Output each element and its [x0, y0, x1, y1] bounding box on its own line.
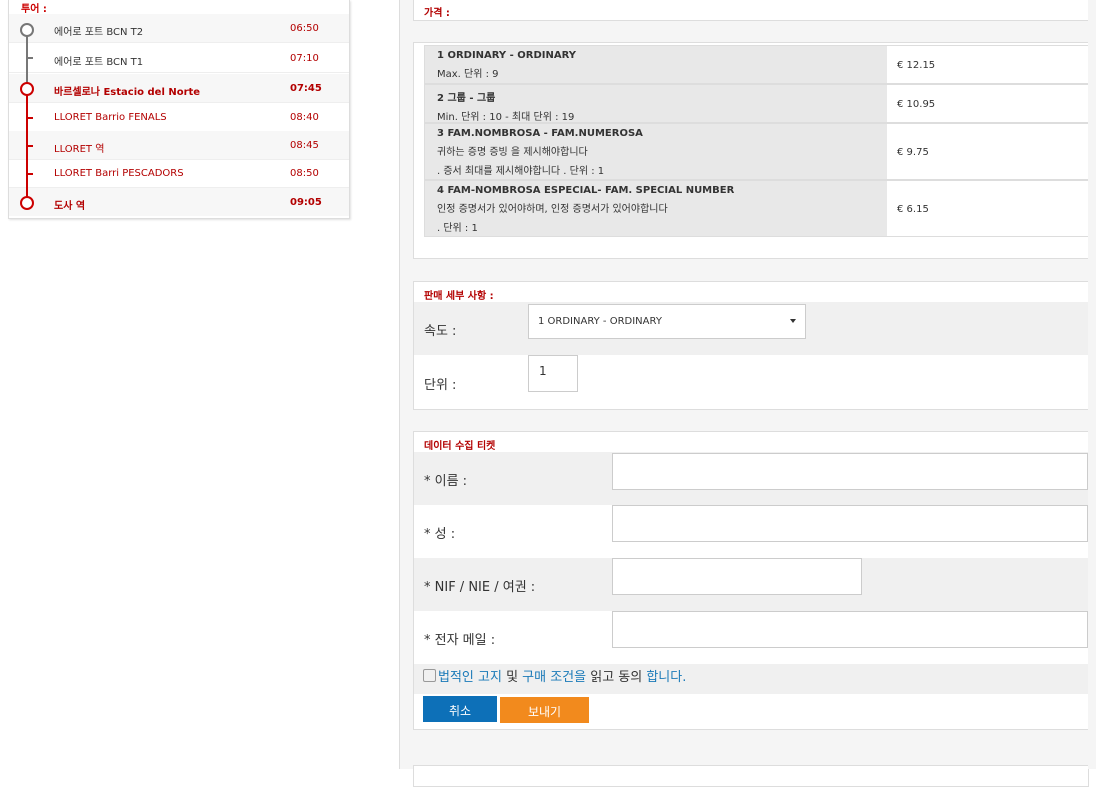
- rate-select-value: 1 ORDINARY - ORDINARY: [538, 316, 662, 327]
- document-label: * NIF / NIE / 여권 :: [424, 580, 536, 595]
- purchase-conditions-link[interactable]: 구매 조건을: [522, 670, 586, 685]
- route-header: 투어 :: [21, 4, 47, 15]
- email-input[interactable]: [612, 611, 1088, 648]
- agree-link[interactable]: 합니다.: [642, 670, 686, 685]
- stop-time: 06:50: [290, 23, 319, 34]
- stop-circle-icon: [20, 82, 34, 96]
- price-row-line: Max. 단위 : 9: [437, 69, 499, 80]
- price-value: € 12.15: [897, 60, 936, 71]
- price-row-line: . 증서 최대를 제시해야합니다 . 단위 : 1: [437, 166, 605, 177]
- rate-label: 속도 :: [424, 324, 457, 339]
- rate-select[interactable]: 1 ORDINARY - ORDINARY: [528, 304, 806, 339]
- sale-details-title: 판매 세부 사항 :: [424, 291, 494, 302]
- next-section-box: [413, 765, 1089, 787]
- terms-row: 법적인 고지 및 구매 조건을 읽고 동의 합니다.: [414, 664, 1088, 694]
- route-stop: 바르셀로나 Estacio del Norte 07:45: [9, 74, 349, 103]
- send-button[interactable]: 보내기: [500, 697, 589, 723]
- price-description: 3 FAM.NOMBROSA - FAM.NUMEROSA 귀하는 증명 증빙 …: [425, 124, 887, 179]
- stop-name: LLORET 역: [54, 144, 105, 155]
- stop-time: 07:10: [290, 53, 319, 64]
- main-column: 가격 : 1 ORDINARY - ORDINARY Max. 단위 : 9 €…: [399, 0, 1096, 787]
- rate-row: 속도 : 1 ORDINARY - ORDINARY: [414, 302, 1088, 355]
- stop-tick-icon: [27, 145, 33, 147]
- email-row: * 전자 메일 :: [414, 611, 1088, 664]
- price-row-line: 귀하는 증명 증빙 을 제시해야합니다: [437, 147, 588, 158]
- terms-and: 및: [501, 670, 523, 685]
- stop-tick-icon: [27, 173, 33, 175]
- units-row: 단위 : 1: [414, 355, 1088, 408]
- chevron-down-icon: [790, 319, 796, 323]
- route-stop: 도사 역 09:05: [9, 188, 349, 216]
- name-row: * 이름 :: [414, 452, 1088, 505]
- price-row-line: . 단위 : 1: [437, 223, 478, 234]
- stop-tick-icon: [27, 57, 33, 59]
- price-row-title: 3 FAM.NOMBROSA - FAM.NUMEROSA: [437, 128, 643, 139]
- route-stop: 에어로 포트 BCN T2 06:50: [9, 14, 349, 43]
- terms-text: 법적인 고지 및 구매 조건을 읽고 동의 합니다.: [423, 666, 686, 685]
- terms-checkbox[interactable]: [423, 669, 436, 682]
- price-description: 2 그룹 - 그룹 Min. 단위 : 10 - 최대 단위 : 19: [425, 85, 887, 123]
- document-input[interactable]: [612, 558, 862, 595]
- stop-time: 08:45: [290, 140, 319, 151]
- route-stop: LLORET Barri PESCADORS 08:50: [9, 159, 349, 188]
- stop-name: 에어로 포트 BCN T2: [54, 27, 144, 38]
- units-label: 단위 :: [424, 378, 457, 393]
- stop-name: LLORET Barri PESCADORS: [54, 168, 184, 179]
- price-title-box: 가격 :: [413, 0, 1089, 21]
- stop-time: 08:50: [290, 168, 319, 179]
- stop-name: 도사 역: [54, 201, 86, 212]
- price-row-title: 2 그룹 - 그룹: [437, 93, 496, 104]
- name-input[interactable]: [612, 453, 1088, 490]
- route-stop: LLORET 역 08:45: [9, 131, 349, 160]
- sale-details-box: 판매 세부 사항 : 속도 : 1 ORDINARY - ORDINARY 단위…: [413, 281, 1089, 410]
- email-label: * 전자 메일 :: [424, 633, 496, 648]
- document-row: * NIF / NIE / 여권 :: [414, 558, 1088, 611]
- legal-notice-link[interactable]: 법적인 고지: [438, 670, 502, 685]
- price-row-title: 4 FAM-NOMBROSA ESPECIAL- FAM. SPECIAL NU…: [437, 185, 735, 196]
- price-description: 1 ORDINARY - ORDINARY Max. 단위 : 9: [425, 46, 887, 83]
- route-stop: LLORET Barrio FENALS 08:40: [9, 103, 349, 132]
- stop-tick-icon: [27, 117, 33, 119]
- price-row: 2 그룹 - 그룹 Min. 단위 : 10 - 최대 단위 : 19 € 10…: [424, 84, 1096, 123]
- price-row: 1 ORDINARY - ORDINARY Max. 단위 : 9 € 12.1…: [424, 45, 1096, 84]
- price-row: 4 FAM-NOMBROSA ESPECIAL- FAM. SPECIAL NU…: [424, 180, 1096, 237]
- page-scrollbar[interactable]: [1088, 0, 1096, 769]
- route-stop: 에어로 포트 BCN T1 07:10: [9, 44, 349, 73]
- surname-input[interactable]: [612, 505, 1088, 542]
- price-value: € 6.15: [897, 204, 929, 215]
- price-title: 가격 :: [424, 8, 450, 19]
- surname-label: * 성 :: [424, 527, 456, 542]
- stop-time: 07:45: [290, 83, 322, 94]
- stop-name: LLORET Barrio FENALS: [54, 112, 167, 123]
- stop-circle-icon: [20, 196, 34, 210]
- price-value: € 9.75: [897, 147, 929, 158]
- price-table: 1 ORDINARY - ORDINARY Max. 단위 : 9 € 12.1…: [413, 42, 1096, 259]
- data-collection-title: 데이터 수집 티켓: [424, 441, 496, 452]
- stop-circle-icon: [20, 23, 34, 37]
- stop-time: 08:40: [290, 112, 319, 123]
- price-value: € 10.95: [897, 99, 936, 110]
- cancel-button[interactable]: 취소: [423, 696, 497, 722]
- route-panel: 투어 : 에어로 포트 BCN T2 06:50 에어로 포트 BCN T1 0…: [8, 0, 350, 219]
- units-input[interactable]: 1: [528, 355, 578, 392]
- price-row-line: 인정 증명서가 있어야하며, 인정 증명서가 있어야합니다: [437, 204, 668, 215]
- name-label: * 이름 :: [424, 474, 468, 489]
- stop-name: 바르셀로나 Estacio del Norte: [54, 87, 201, 98]
- price-description: 4 FAM-NOMBROSA ESPECIAL- FAM. SPECIAL NU…: [425, 181, 887, 236]
- price-row-title: 1 ORDINARY - ORDINARY: [437, 50, 577, 61]
- terms-read: 읽고 동의: [586, 670, 643, 685]
- stop-time: 09:05: [290, 197, 322, 208]
- price-row-line: Min. 단위 : 10 - 최대 단위 : 19: [437, 112, 575, 123]
- stop-name: 에어로 포트 BCN T1: [54, 57, 144, 68]
- price-row: 3 FAM.NOMBROSA - FAM.NUMEROSA 귀하는 증명 증빙 …: [424, 123, 1096, 180]
- data-collection-box: 데이터 수집 티켓 * 이름 : * 성 : * NIF / NIE / 여권 …: [413, 431, 1089, 730]
- surname-row: * 성 :: [414, 505, 1088, 558]
